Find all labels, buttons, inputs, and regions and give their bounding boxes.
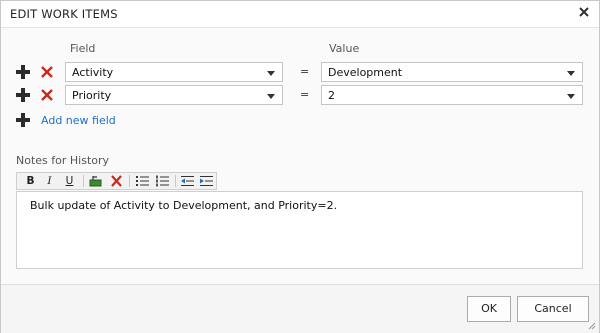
- field-select-value: Activity: [72, 66, 114, 79]
- chevron-down-icon: [567, 94, 575, 99]
- field-row: Activity = Development: [1, 62, 599, 84]
- value-select[interactable]: Development: [321, 62, 583, 82]
- dialog-title: EDIT WORK ITEMS: [10, 7, 118, 21]
- increase-indent-icon[interactable]: [199, 174, 214, 188]
- notes-text: Bulk update of Activity to Development, …: [30, 199, 338, 212]
- toolbar-divider: [175, 175, 176, 187]
- value-select-value: Development: [328, 66, 403, 79]
- remove-icon[interactable]: [40, 65, 54, 79]
- ok-button[interactable]: OK: [467, 296, 511, 322]
- notes-editor[interactable]: Bulk update of Activity to Development, …: [16, 191, 583, 269]
- edit-work-items-dialog: EDIT WORK ITEMS Field Value Activity = D…: [0, 0, 600, 333]
- field-column-header: Field: [70, 42, 96, 55]
- remove-icon[interactable]: [40, 88, 54, 102]
- chevron-down-icon: [267, 94, 275, 99]
- value-select-value: 2: [328, 89, 335, 102]
- plus-icon[interactable]: [16, 88, 30, 102]
- toolbar-divider: [129, 175, 130, 187]
- bold-icon[interactable]: B: [23, 174, 38, 188]
- rich-text-toolbar: B I U: [16, 172, 217, 190]
- field-select[interactable]: Priority: [65, 85, 283, 105]
- numbered-list-icon[interactable]: [155, 174, 170, 188]
- cancel-button[interactable]: Cancel: [517, 296, 589, 322]
- field-select[interactable]: Activity: [65, 62, 283, 82]
- insert-link-icon[interactable]: [88, 174, 103, 188]
- bulleted-list-icon[interactable]: [135, 174, 150, 188]
- chevron-down-icon: [267, 71, 275, 76]
- chevron-down-icon: [567, 71, 575, 76]
- close-icon[interactable]: [577, 5, 591, 19]
- dialog-content: Field Value Activity = Development Prior…: [1, 27, 599, 285]
- underline-icon[interactable]: U: [62, 174, 77, 188]
- decrease-indent-icon[interactable]: [180, 174, 195, 188]
- italic-icon[interactable]: I: [42, 174, 57, 188]
- plus-icon[interactable]: [16, 65, 30, 79]
- plus-icon[interactable]: [16, 113, 30, 127]
- add-new-field-link[interactable]: Add new field: [41, 114, 116, 127]
- dialog-footer: OK Cancel: [1, 284, 599, 333]
- value-select[interactable]: 2: [321, 85, 583, 105]
- field-select-value: Priority: [72, 89, 112, 102]
- dialog-titlebar: EDIT WORK ITEMS: [1, 1, 599, 27]
- field-row: Priority = 2: [1, 85, 599, 107]
- notes-label: Notes for History: [16, 154, 110, 167]
- operator: =: [300, 88, 310, 101]
- resize-grip-icon[interactable]: [588, 322, 596, 330]
- toolbar-divider: [83, 175, 84, 187]
- clear-format-icon[interactable]: [109, 174, 124, 188]
- value-column-header: Value: [329, 42, 360, 55]
- operator: =: [300, 65, 310, 78]
